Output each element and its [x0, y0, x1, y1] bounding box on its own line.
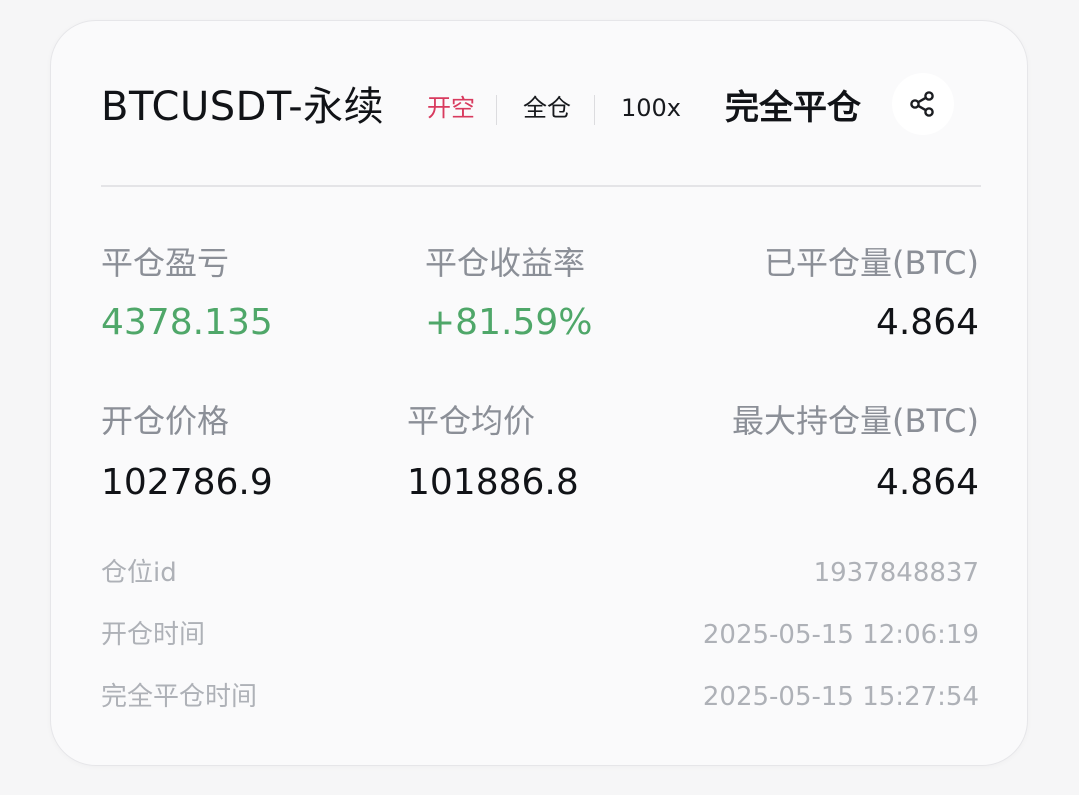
- open-time-label: 开仓时间: [101, 620, 206, 650]
- contract-symbol: BTCUSDT-永续: [101, 84, 385, 130]
- leverage-label: 100x: [621, 94, 682, 122]
- entry-price-value: 102786.9: [101, 462, 273, 503]
- realized-pnl-label: 平仓盈亏: [101, 244, 230, 282]
- avg-close-price-value: 101886.8: [407, 462, 579, 503]
- close-time-value: 2025-05-15 15:27:54: [702, 682, 979, 712]
- avg-close-price-label: 平仓均价: [407, 402, 536, 440]
- closed-qty-label: 已平仓量(BTC): [764, 244, 979, 282]
- position-header: BTCUSDT-永续 开空 全仓 100x 完全平仓: [101, 73, 981, 143]
- header-separator: [594, 95, 595, 125]
- margin-mode-label: 全仓: [523, 94, 571, 122]
- close-roi-value: +81.59%: [425, 302, 593, 343]
- share-button[interactable]: [892, 73, 954, 135]
- max-position-label: 最大持仓量(BTC): [732, 402, 979, 440]
- max-position-value: 4.864: [875, 462, 979, 503]
- position-side-tag: 开空: [427, 94, 475, 122]
- share-icon: [910, 91, 934, 117]
- position-id-label: 仓位id: [101, 558, 177, 588]
- entry-price-label: 开仓价格: [101, 402, 230, 440]
- close-status-label: 完全平仓: [725, 88, 861, 128]
- header-separator: [496, 95, 497, 125]
- header-divider: [101, 185, 981, 187]
- closed-qty-value: 4.864: [875, 302, 979, 343]
- open-time-value: 2025-05-15 12:06:19: [702, 620, 979, 650]
- position-id-value: 1937848837: [813, 558, 979, 588]
- realized-pnl-value: 4378.135: [101, 302, 273, 343]
- position-card: BTCUSDT-永续 开空 全仓 100x 完全平仓 平仓盈亏 4378.135…: [50, 20, 1028, 766]
- close-roi-label: 平仓收益率: [425, 244, 586, 282]
- close-time-label: 完全平仓时间: [101, 682, 258, 712]
